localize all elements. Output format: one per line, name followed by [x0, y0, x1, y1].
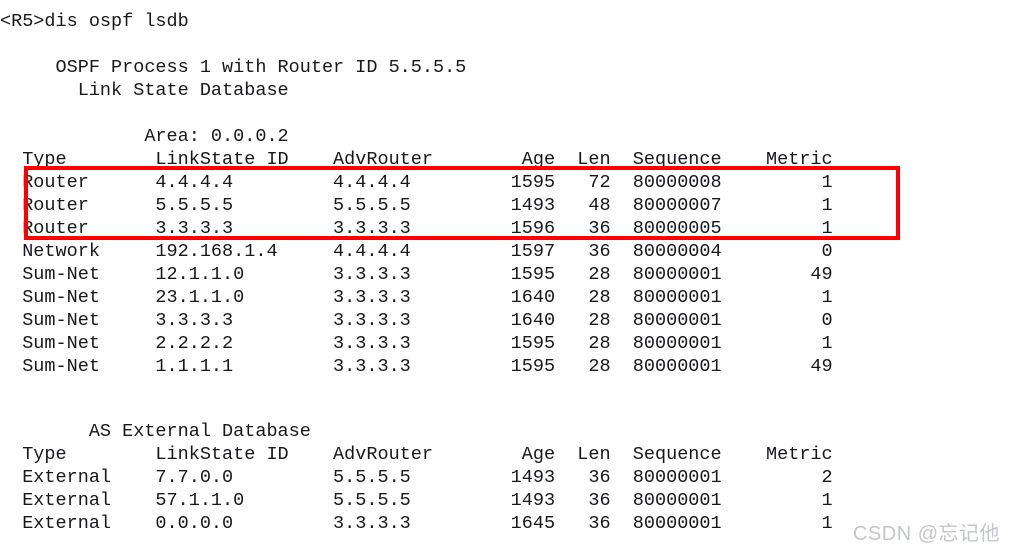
terminal-line: Router 4.4.4.4 4.4.4.4 1595 72 80000008 …	[0, 172, 833, 193]
terminal-line: Type LinkState ID AdvRouter Age Len Sequ…	[0, 444, 833, 465]
terminal-line: External 57.1.1.0 5.5.5.5 1493 36 800000…	[0, 490, 833, 511]
terminal-line: AS External Database	[0, 421, 311, 442]
terminal-line: Network 192.168.1.4 4.4.4.4 1597 36 8000…	[0, 241, 833, 262]
terminal-line: Sum-Net 2.2.2.2 3.3.3.3 1595 28 80000001…	[0, 333, 833, 354]
terminal-line: Area: 0.0.0.2	[0, 126, 289, 147]
terminal-line: <R5>dis ospf lsdb	[0, 11, 189, 32]
terminal-line: Router 3.3.3.3 3.3.3.3 1596 36 80000005 …	[0, 218, 833, 239]
terminal-line: Sum-Net 12.1.1.0 3.3.3.3 1595 28 8000000…	[0, 264, 833, 285]
terminal-line: OSPF Process 1 with Router ID 5.5.5.5	[0, 57, 467, 78]
terminal-output-pane: <R5>dis ospf lsdb OSPF Process 1 with Ro…	[0, 0, 1012, 552]
terminal-line: External 7.7.0.0 5.5.5.5 1493 36 8000000…	[0, 467, 833, 488]
terminal-line: Sum-Net 23.1.1.0 3.3.3.3 1640 28 8000000…	[0, 287, 833, 308]
terminal-line: Link State Database	[0, 80, 289, 101]
csdn-watermark: CSDN @忘记他	[852, 523, 1000, 545]
terminal-line: Type LinkState ID AdvRouter Age Len Sequ…	[0, 149, 833, 170]
terminal-line: External 0.0.0.0 3.3.3.3 1645 36 8000000…	[0, 513, 833, 534]
terminal-line: Sum-Net 3.3.3.3 3.3.3.3 1640 28 80000001…	[0, 310, 833, 331]
terminal-line: Router 5.5.5.5 5.5.5.5 1493 48 80000007 …	[0, 195, 833, 216]
terminal-line: Sum-Net 1.1.1.1 3.3.3.3 1595 28 80000001…	[0, 356, 833, 377]
